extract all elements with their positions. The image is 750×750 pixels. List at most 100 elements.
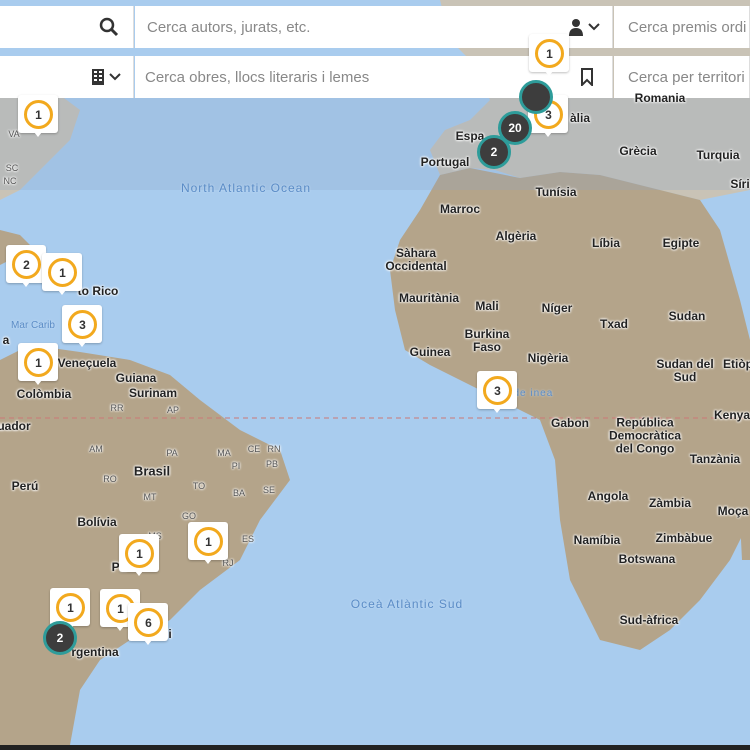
label-colombia: Colòmbia [16,387,72,401]
label-rdc: República Democràtica del Congo [608,415,682,456]
label-la: a [2,333,10,347]
map-cluster[interactable] [519,80,553,114]
label-grecia: Grècia [619,144,657,158]
toolbar-search-box-1[interactable] [0,6,134,48]
label-puerto-rico: to Rico [77,284,119,298]
label-rn: RN [267,444,281,454]
label-argentina: rgentina [71,645,119,659]
works-search-input[interactable]: Cerca obres, llocs literaris i lemes [145,69,369,86]
search-icon[interactable] [99,17,119,37]
label-ce: CE [247,444,261,454]
label-brasil: Brasil [133,463,171,479]
label-ro: RO [103,474,117,484]
map-marker[interactable]: 3 [62,305,102,351]
label-italia: àlia [569,111,591,125]
label-surinam: Surinam [128,386,178,400]
label-rr: RR [110,403,124,413]
marker-count: 1 [194,527,223,556]
person-dropdown[interactable] [568,18,600,36]
label-egipte: Egipte [662,236,700,250]
label-sudan: Sudan [668,309,706,323]
label-sahara: Sàhara Occidental [385,246,447,273]
awards-search[interactable]: Cerca premis ordi [614,6,750,48]
label-nigeria: Nigèria [527,351,569,365]
label-etiopia: Etiòp [723,357,750,371]
label-niger: Níger [541,301,573,315]
map-marker[interactable]: 1 [119,534,159,580]
map-marker[interactable]: 1 [188,522,228,568]
label-kenya: Kenya [713,408,750,422]
label-romania: Romania [634,91,686,105]
label-tanzania: Tanzània [689,452,741,466]
label-libia: Líbia [591,236,621,250]
label-ma: MA [217,448,231,458]
label-mauritania: Mauritània [398,291,460,305]
label-guyana: Guiana [115,371,157,385]
territory-search-input[interactable]: Cerca per territori [628,69,745,86]
label-zimbabue: Zimbàbue [655,531,713,545]
awards-search-input[interactable]: Cerca premis ordi [628,19,746,36]
label-gabon: Gabon [551,416,589,430]
map-cluster[interactable]: 2 [43,621,77,655]
label-am: AM [89,444,103,454]
label-es: ES [241,534,255,544]
marker-count: 2 [12,250,41,279]
label-sc: SC [5,163,19,173]
marker-count: 1 [125,539,154,568]
map-marker[interactable]: 1 [529,34,569,80]
label-venezuela: Veneçuela [57,356,117,370]
label-bolivia: Bolívia [77,515,117,529]
label-equador: uador [0,419,31,433]
label-se: SE [262,485,276,495]
authors-search-input[interactable]: Cerca autors, jurats, etc. [147,19,310,36]
map-marker[interactable]: 1 [18,95,58,141]
label-namibia: Namíbia [573,533,621,547]
person-icon [569,19,583,36]
map-marker[interactable]: 1 [42,253,82,299]
caribbean-label: Mar Carib [11,320,55,331]
marker-count: 1 [24,348,53,377]
label-turquia: Turquia [696,148,740,162]
map-marker[interactable]: 6 [128,603,168,649]
building-icon [92,69,104,85]
label-sudan-sud: Sudan del Sud [656,357,714,384]
map-marker[interactable]: 2 [6,245,46,291]
label-i: i [168,627,172,641]
world-map[interactable]: Cerca autors, jurats, etc. Cerca premis … [0,0,750,745]
label-pi: PI [231,461,241,471]
toolbar-filter-box[interactable] [0,56,134,98]
label-ap: AP [166,405,180,415]
label-txad: Txad [599,317,629,331]
map-marker[interactable]: 3 [477,371,517,417]
label-marroc: Marroc [439,202,481,216]
marker-count: 3 [483,376,512,405]
marker-count: 1 [56,593,85,622]
bottom-bar [0,745,750,750]
north-atlantic-label: North Atlantic Ocean [180,181,312,195]
label-angola: Angola [587,489,629,503]
label-nc: NC [3,176,17,186]
south-atlantic-label: Oceà Atlàntic Sud [350,597,464,611]
label-siria: Síri [730,177,750,191]
label-algeria: Algèria [495,229,537,243]
label-to: TO [192,481,206,491]
label-peru: Perú [11,479,39,493]
map-cluster[interactable]: 2 [477,135,511,169]
label-pb: PB [265,459,279,469]
marker-count: 1 [48,258,77,287]
label-go: GO [181,511,197,521]
label-mt: MT [143,492,157,502]
label-ba: BA [232,488,246,498]
label-tunisia: Tunísia [535,185,577,199]
building-dropdown[interactable] [91,68,121,86]
marker-count: 6 [134,608,163,637]
label-botswana: Botswana [618,552,676,566]
chevron-down-icon [588,23,600,31]
label-mocambic: Moça [717,504,749,518]
label-pa: PA [166,448,178,458]
label-mali: Mali [475,299,499,313]
map-marker[interactable]: 1 [18,343,58,389]
label-burkina: Burkina Faso [464,327,510,354]
marker-count: 1 [24,100,53,129]
bookmark-icon[interactable] [580,68,594,86]
